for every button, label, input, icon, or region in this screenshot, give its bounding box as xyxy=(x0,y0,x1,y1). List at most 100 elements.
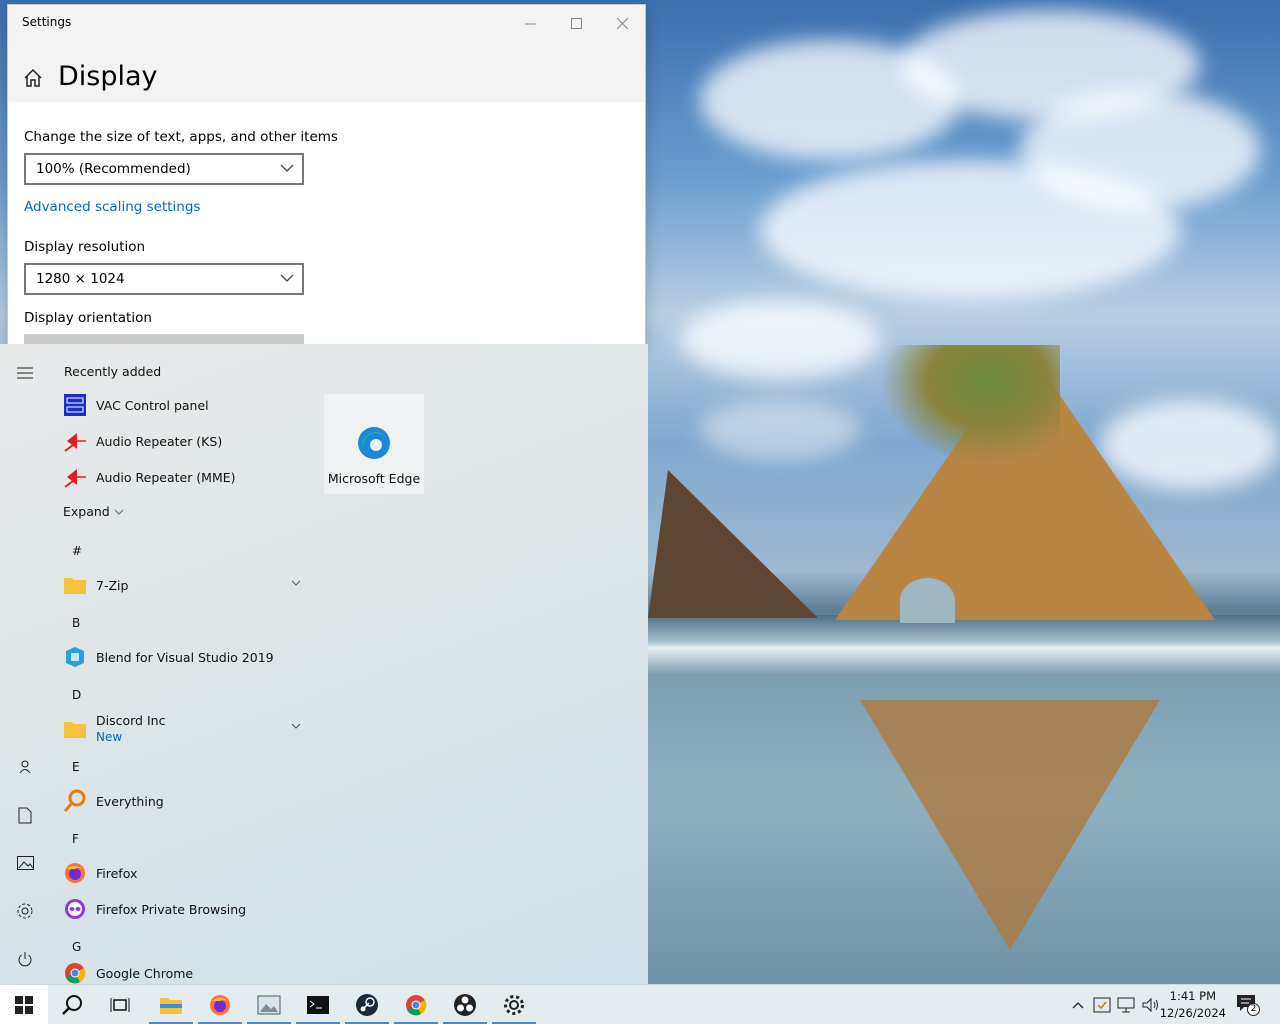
settings-button[interactable] xyxy=(14,900,36,922)
power-icon xyxy=(18,952,32,967)
advanced-scaling-link[interactable]: Advanced scaling settings xyxy=(24,199,200,215)
obs-icon xyxy=(454,994,476,1016)
letter-header[interactable]: E xyxy=(72,760,80,774)
close-button[interactable] xyxy=(599,7,645,39)
resolution-dropdown[interactable]: 1280 × 1024 xyxy=(24,263,304,295)
taskbar-chrome[interactable] xyxy=(392,985,440,1024)
start-menu: Recently added VAC Control panel Audio R… xyxy=(0,344,648,984)
pictures-button[interactable] xyxy=(14,852,36,874)
steam-icon xyxy=(356,994,378,1016)
photos-icon xyxy=(257,995,281,1015)
list-item[interactable]: Firefox Private Browsing xyxy=(62,893,302,925)
taskbar-file-explorer[interactable] xyxy=(147,985,195,1024)
taskbar-terminal[interactable] xyxy=(294,985,342,1024)
gear-icon xyxy=(504,995,524,1015)
letter-header[interactable]: # xyxy=(72,544,82,558)
hamburger-menu-button[interactable] xyxy=(14,362,36,384)
list-item[interactable]: Audio Repeater (KS) xyxy=(62,425,302,457)
list-item[interactable]: Audio Repeater (MME) xyxy=(62,461,302,493)
task-view-icon xyxy=(110,998,130,1012)
action-center-button[interactable]: 2 xyxy=(1236,994,1262,1018)
chrome-icon xyxy=(62,960,88,984)
app-list: Recently added VAC Control panel Audio R… xyxy=(48,344,308,984)
blend-icon xyxy=(62,644,88,670)
maximize-button[interactable] xyxy=(553,7,599,39)
scale-label: Change the size of text, apps, and other… xyxy=(24,129,338,145)
tile-microsoft-edge[interactable]: Microsoft Edge xyxy=(324,394,424,494)
scale-dropdown[interactable]: 100% (Recommended) xyxy=(24,153,304,185)
scale-value: 100% (Recommended) xyxy=(36,161,191,177)
gear-icon xyxy=(17,903,33,919)
list-item[interactable]: Everything xyxy=(62,785,302,817)
file-explorer-icon xyxy=(160,998,182,1014)
recently-added-header: Recently added xyxy=(64,364,162,379)
firefox-icon xyxy=(62,860,88,886)
clock-time: 1:41 PM xyxy=(1169,989,1217,1003)
vac-icon xyxy=(62,392,88,418)
maximize-icon xyxy=(570,17,582,29)
clock[interactable]: 1:41 PM 12/26/2024 xyxy=(1160,988,1226,1022)
search-icon xyxy=(62,995,82,1015)
list-item[interactable]: Firefox xyxy=(62,857,302,889)
resolution-label: Display resolution xyxy=(24,239,146,255)
task-view-button[interactable] xyxy=(96,985,144,1024)
taskbar-settings[interactable] xyxy=(490,985,538,1024)
taskbar-steam[interactable] xyxy=(343,985,391,1024)
chevron-down-icon xyxy=(291,580,301,586)
firefox-private-icon xyxy=(62,896,88,922)
windows-logo-icon xyxy=(15,996,33,1014)
terminal-icon xyxy=(307,996,329,1014)
chevron-up-icon xyxy=(1072,1002,1084,1009)
settings-window: Settings Display Change the size of text… xyxy=(8,5,645,345)
firefox-icon xyxy=(210,995,230,1015)
home-icon[interactable] xyxy=(22,67,44,89)
volume-icon xyxy=(1142,997,1158,1013)
network-button[interactable] xyxy=(1116,995,1136,1015)
minimize-icon xyxy=(524,23,536,24)
start-rail xyxy=(0,344,48,984)
letter-header[interactable]: D xyxy=(72,688,81,702)
audio-repeater-icon xyxy=(62,464,88,490)
chevron-down-icon xyxy=(280,274,294,282)
clock-date: 12/26/2024 xyxy=(1159,1006,1226,1020)
hamburger-icon xyxy=(17,367,33,379)
show-hidden-icons-button[interactable] xyxy=(1068,995,1088,1015)
taskbar-obs[interactable] xyxy=(441,985,489,1024)
chrome-icon xyxy=(406,995,427,1016)
tray-app-icon xyxy=(1093,997,1111,1013)
everything-icon xyxy=(62,788,88,814)
list-item[interactable]: 7-Zip xyxy=(62,569,302,601)
expand-button[interactable]: Expand xyxy=(63,504,124,519)
taskbar-photos[interactable] xyxy=(245,985,293,1024)
list-item[interactable]: VAC Control panel xyxy=(62,389,302,421)
settings-titlebar[interactable]: Settings Display xyxy=(8,5,645,102)
close-icon xyxy=(616,17,628,29)
audio-repeater-icon xyxy=(62,428,88,454)
volume-button[interactable] xyxy=(1141,995,1161,1015)
chevron-down-icon xyxy=(114,509,124,515)
taskbar: 1:41 PM 12/26/2024 2 xyxy=(0,984,1280,1024)
taskbar-firefox[interactable] xyxy=(196,985,244,1024)
user-account-button[interactable] xyxy=(14,756,36,778)
folder-icon xyxy=(62,572,88,598)
resolution-value: 1280 × 1024 xyxy=(36,271,125,287)
user-icon xyxy=(19,760,31,774)
list-item[interactable]: Discord Inc New xyxy=(62,712,302,746)
letter-header[interactable]: B xyxy=(72,616,80,630)
power-button[interactable] xyxy=(14,948,36,970)
letter-header[interactable]: F xyxy=(72,832,79,846)
start-button[interactable] xyxy=(0,985,48,1024)
chevron-down-icon xyxy=(280,164,294,172)
orientation-label: Display orientation xyxy=(24,310,152,326)
document-icon xyxy=(18,807,32,823)
list-item[interactable]: Blend for Visual Studio 2019 xyxy=(62,641,302,673)
chevron-down-icon xyxy=(291,723,301,729)
letter-header[interactable]: G xyxy=(72,940,81,954)
folder-icon xyxy=(62,716,88,742)
search-button[interactable] xyxy=(48,985,96,1024)
minimize-button[interactable] xyxy=(507,7,553,39)
tray-app-button[interactable] xyxy=(1092,995,1112,1015)
edge-icon xyxy=(358,427,390,459)
list-item[interactable]: Google Chrome xyxy=(62,957,302,984)
documents-button[interactable] xyxy=(14,804,36,826)
